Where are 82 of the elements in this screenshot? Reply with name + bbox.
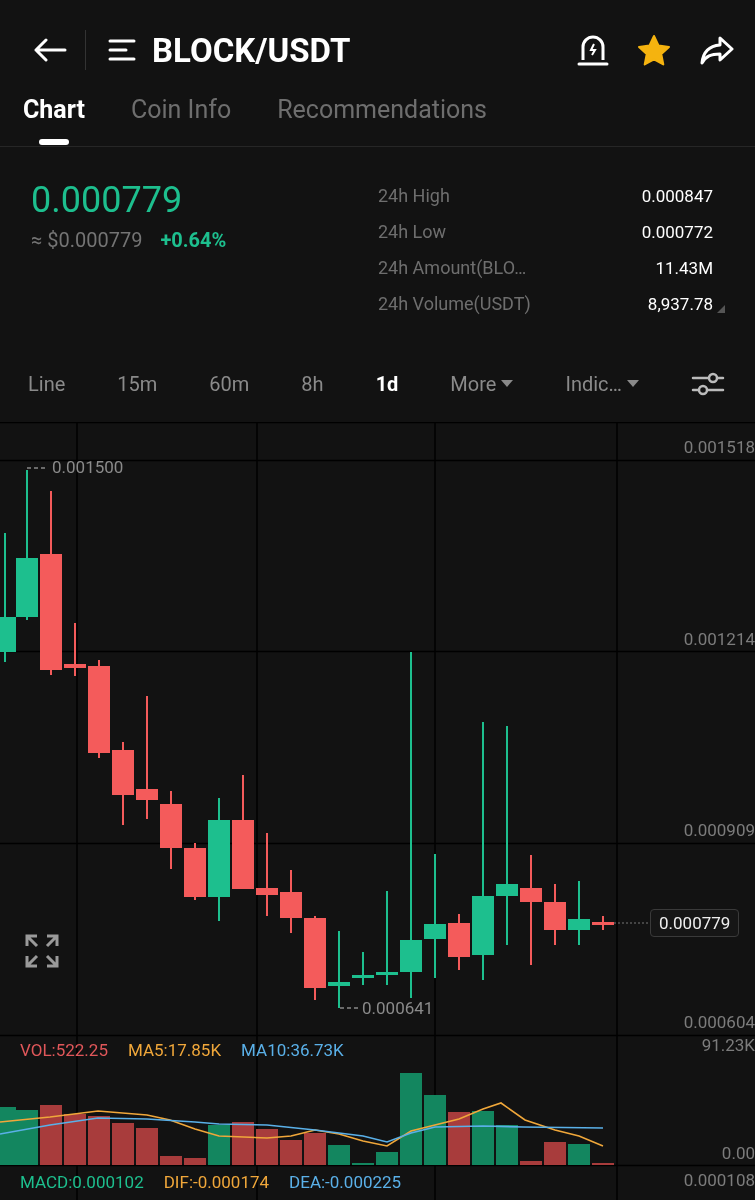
volume-bar [184,1158,206,1165]
interval-tab[interactable]: 15m [117,371,158,396]
volume-bar [424,1095,446,1165]
volume-bar [568,1144,590,1165]
candlestick [448,914,470,970]
low-marker-line [339,1007,359,1009]
volume-bar [232,1122,254,1165]
interval-tab[interactable]: Line [28,371,66,396]
price-marker-label: 0.000641 [362,997,434,1019]
axis-label: 0.001518 [683,436,755,458]
expand-icon[interactable] [25,934,59,968]
interval-dropdown[interactable]: Indic… [565,371,639,396]
price-change: +0.64% [160,228,227,252]
indicator-legend: MA10:36.73K [241,1038,344,1062]
axis-label: 0.000108 [683,1169,755,1191]
tab[interactable]: Recommendations [277,100,487,146]
tab[interactable]: Coin Info [130,100,232,146]
indicator-legend: DIF:-0.000174 [163,1170,270,1194]
stat-label: 24h Volume(USDT) [378,292,532,316]
usd-price: ≈ $0.000779 [31,228,143,252]
indicator-legend: VOL:522.25 [20,1038,108,1062]
candlestick [352,952,374,985]
axis-label: 0.000909 [683,819,755,841]
tab-indicator [39,139,69,145]
volume-bar [64,1114,86,1165]
caret-down-icon [626,379,639,388]
price-marker-label: 0.001500 [52,456,124,478]
interval-tab[interactable]: 1d [375,371,399,396]
volume-bar [448,1112,470,1165]
axis-label: 0.000604 [683,1011,755,1033]
last-price-line [613,922,651,924]
volume-bar [160,1156,182,1165]
volume-bar [40,1105,62,1165]
candlestick [280,870,302,933]
last-price-tag: 0.000779 [650,909,740,937]
volume-bar [328,1145,350,1165]
candlestick [64,623,86,676]
axis-label: 0.00 [721,1142,755,1164]
back-arrow-icon[interactable] [33,38,67,62]
volume-bar [16,1110,38,1165]
stat-label: 24h High [378,184,451,208]
indicator-legend: MA5:17.85K [127,1038,222,1062]
volume-bar [256,1129,278,1165]
volume-bar [376,1152,398,1165]
volume-bar [280,1140,302,1165]
volume-bar [88,1116,110,1165]
stat-value: 11.43M [655,257,713,280]
stat-value: 0.000772 [641,221,713,244]
candlestick [544,884,566,945]
interval-tab[interactable]: 8h [301,371,324,396]
candlestick [568,881,590,945]
stat-label: 24h Amount(BLO… [378,256,528,280]
volume-bar [544,1142,566,1165]
candlestick [184,843,206,900]
volume-bar [208,1125,230,1165]
corner-triangle-icon [717,305,725,313]
star-icon[interactable] [637,34,671,66]
axis-label: 0.001214 [683,628,755,650]
alert-bell-icon[interactable] [577,33,609,67]
candlestick [592,916,614,930]
volume-bar [112,1123,134,1165]
volume-bar [136,1128,158,1165]
axis-label: 91.23K [701,1034,755,1056]
share-arrow-icon[interactable] [699,35,735,65]
stat-label: 24h Low [378,220,448,244]
last-price: 0.000779 [31,180,184,220]
volume-bar [304,1133,326,1165]
high-marker-line [26,467,48,469]
volume-bar [472,1111,494,1165]
caret-down-icon [501,379,514,388]
stat-value: 0.000847 [641,185,713,208]
volume-bar [496,1125,518,1165]
volume-bar [0,1107,16,1165]
indicator-legend: MACD:0.000102 [20,1170,144,1194]
tab[interactable]: Chart [23,100,85,146]
interval-tab[interactable]: 60m [209,371,250,396]
menu-icon[interactable] [108,38,136,62]
pair-title: BLOCK/USDT [152,30,351,70]
stat-value: 8,937.78 [647,293,713,316]
volume-bar [520,1161,542,1165]
interval-dropdown[interactable]: More [450,371,514,396]
indicator-legend: DEA:-0.000225 [289,1170,402,1194]
